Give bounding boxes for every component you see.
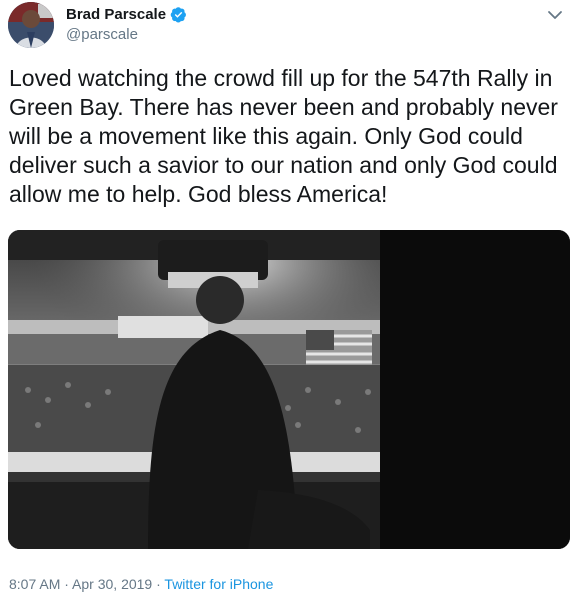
avatar-image [8, 2, 54, 48]
name-row: Brad Parscale [66, 6, 187, 23]
user-handle[interactable]: @parscale [66, 26, 138, 43]
avatar[interactable] [8, 2, 54, 48]
display-name[interactable]: Brad Parscale [66, 6, 166, 23]
tweet-date[interactable]: Apr 30, 2019 [72, 576, 152, 592]
rally-photo-image [8, 230, 570, 549]
meta-separator: · [60, 576, 73, 592]
meta-separator: · [152, 576, 165, 592]
tweet-time[interactable]: 8:07 AM [9, 576, 60, 592]
tweet-header: Brad Parscale @parscale [8, 2, 568, 52]
tweet-photo[interactable] [8, 230, 570, 549]
tweet-text: Loved watching the crowd fill up for the… [9, 65, 558, 207]
tweet-source-link[interactable]: Twitter for iPhone [164, 576, 273, 592]
chevron-down-icon[interactable] [546, 6, 564, 24]
verified-badge-icon [170, 6, 187, 23]
tweet-meta: 8:07 AM · Apr 30, 2019 · Twitter for iPh… [9, 576, 273, 592]
